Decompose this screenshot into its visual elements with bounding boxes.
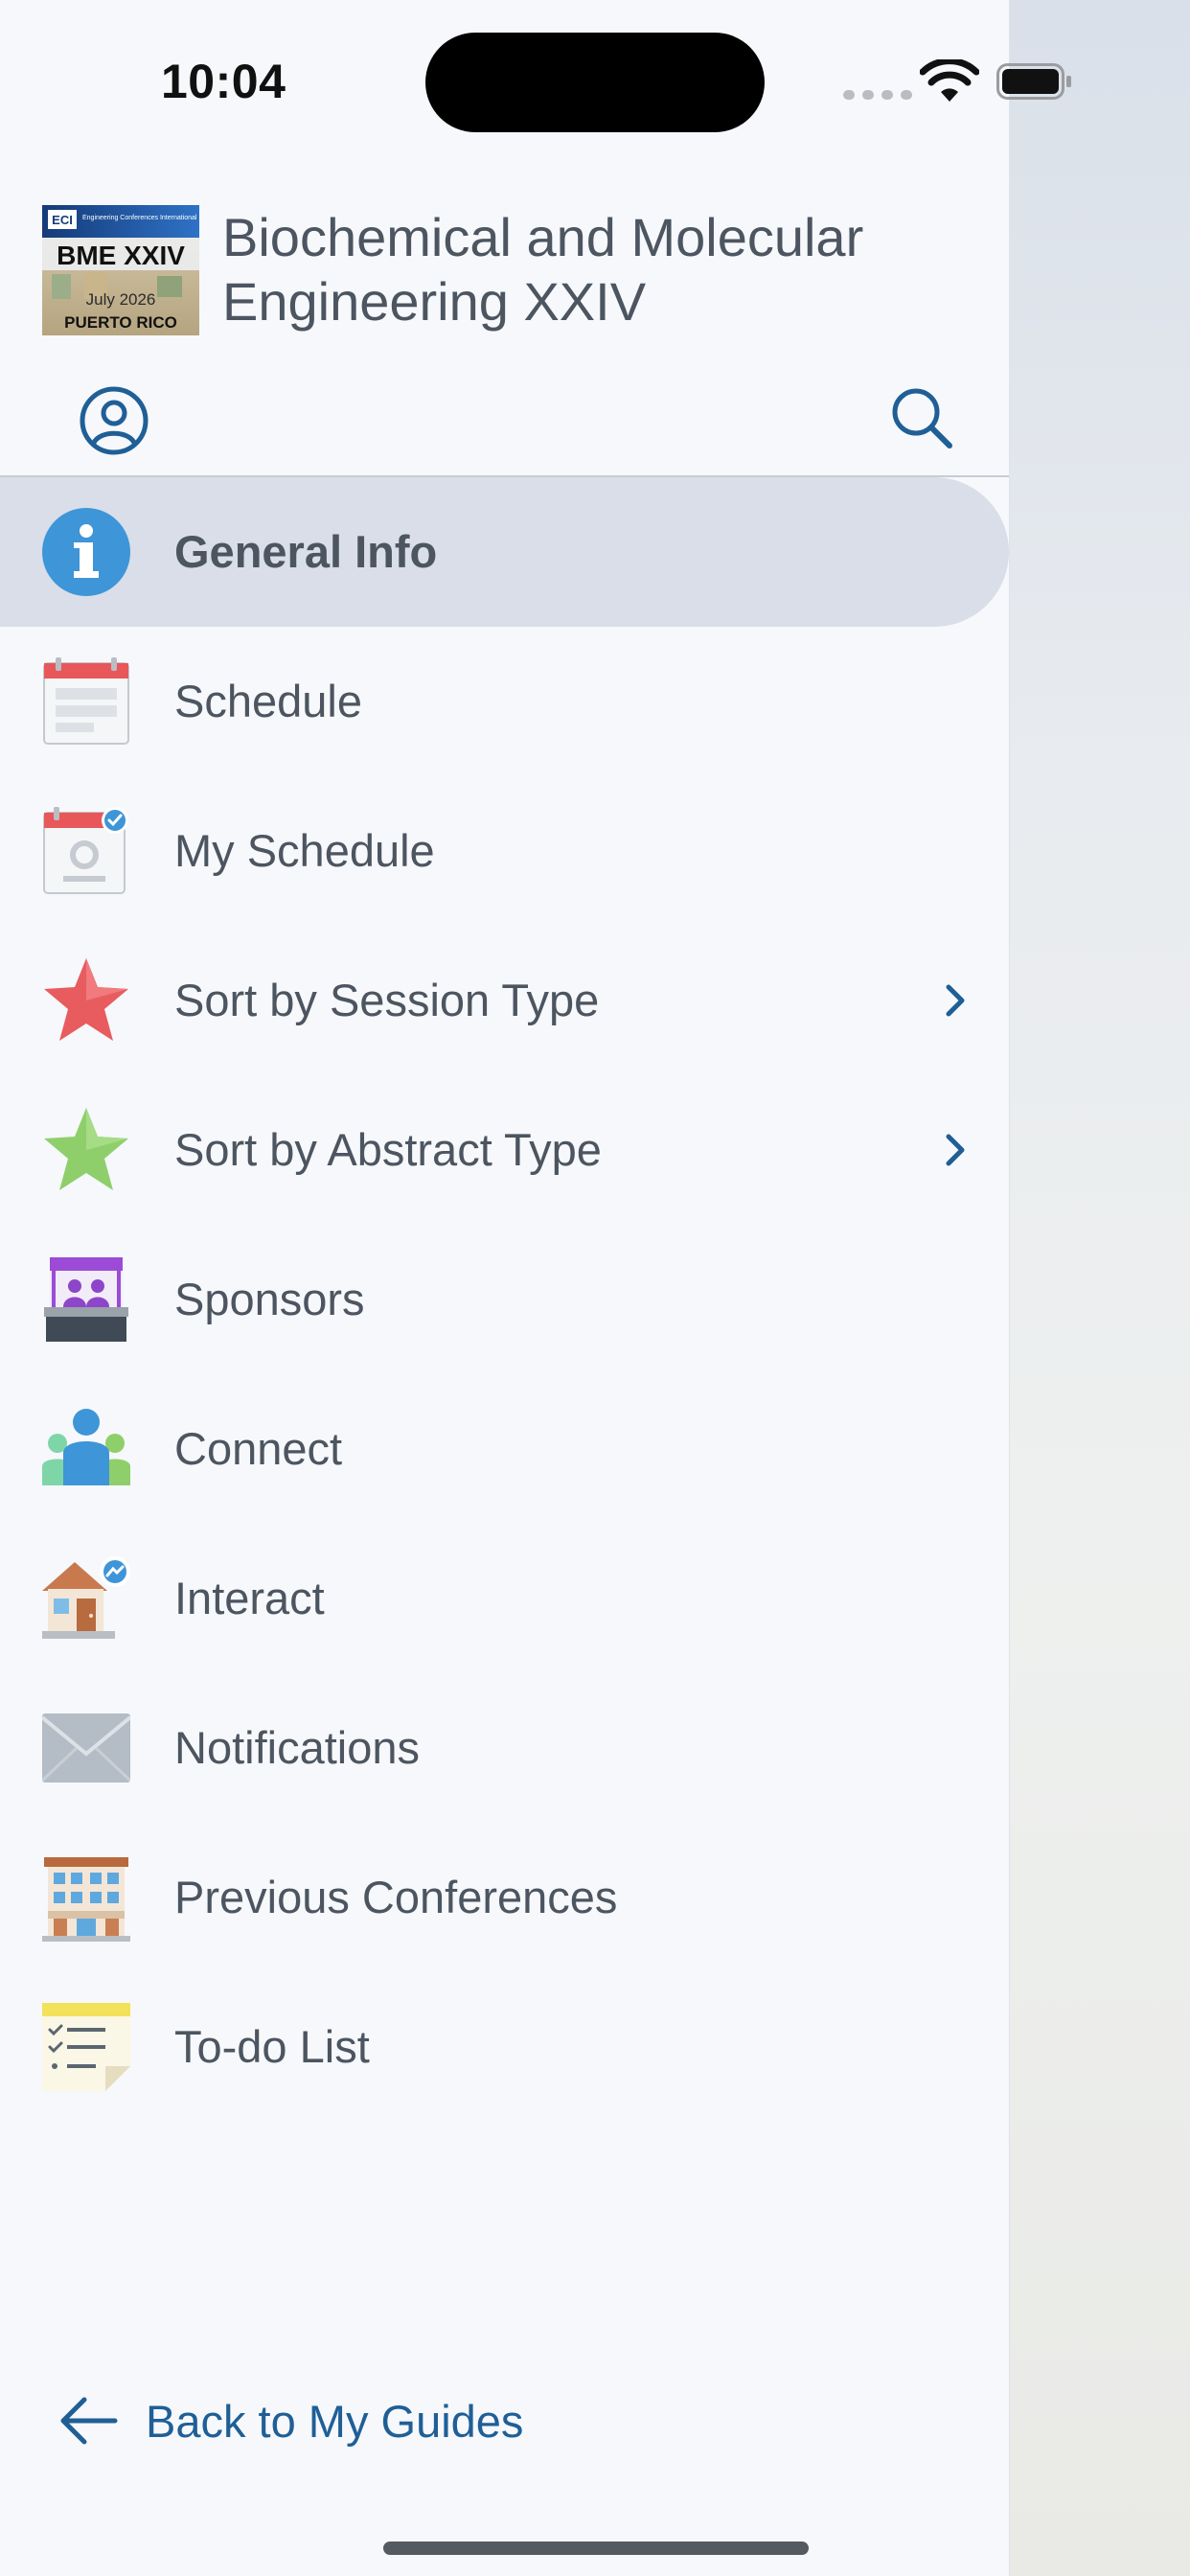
green-star-icon	[44, 1108, 128, 1190]
chevron-right-icon	[946, 1134, 965, 1166]
menu-label: Sponsors	[174, 1274, 365, 1324]
conference-title: Biochemical and Molecular Engineering XX…	[222, 207, 864, 332]
battery-icon	[996, 63, 1071, 100]
menu-label: Sort by Abstract Type	[174, 1124, 602, 1175]
logo-brand: ECI	[52, 213, 73, 227]
conference-logo: ECI Engineering Conferences Internationa…	[42, 205, 199, 335]
arrow-left-icon	[60, 2397, 118, 2445]
dynamic-island	[425, 33, 765, 132]
menu-item-interact[interactable]: Interact	[0, 1524, 1009, 1673]
checklist-icon	[42, 2003, 130, 2091]
menu-item-sponsors[interactable]: Sponsors	[0, 1225, 1009, 1374]
envelope-icon	[42, 1714, 130, 1782]
menu-label: General Info	[174, 526, 438, 577]
menu-item-connect[interactable]: Connect	[0, 1374, 1009, 1524]
menu-item-sort-by-abstract-type[interactable]: Sort by Abstract Type	[0, 1075, 1009, 1225]
calendar-icon	[43, 657, 129, 745]
menu-item-general-info[interactable]: General Info	[0, 477, 1009, 627]
menu-item-sort-by-session-type[interactable]: Sort by Session Type	[0, 926, 1009, 1075]
navigation-drawer: 10:04 ECI Engineering Conferences Intern…	[0, 0, 1071, 2576]
menu-item-notifications[interactable]: Notifications	[0, 1673, 1009, 1823]
menu-label: Previous Conferences	[174, 1872, 618, 1922]
profile-icon[interactable]	[79, 385, 149, 456]
info-icon	[42, 508, 130, 596]
red-star-icon	[44, 958, 128, 1041]
background-content	[1010, 0, 1190, 2576]
home-indicator[interactable]	[383, 2542, 809, 2555]
cellular-signal-icon	[843, 90, 912, 100]
building-icon	[42, 1857, 130, 1942]
menu-label: My Schedule	[174, 825, 435, 876]
my-calendar-icon	[43, 807, 128, 894]
menu-item-previous-conferences[interactable]: Previous Conferences	[0, 1823, 1009, 1972]
menu-label: Sort by Session Type	[174, 975, 600, 1025]
status-time: 10:04	[161, 55, 286, 108]
logo-date: July 2026	[86, 290, 156, 309]
booth-icon	[44, 1257, 128, 1342]
house-chat-icon	[42, 1556, 130, 1639]
menu-label: Connect	[174, 1423, 343, 1474]
menu-label: Notifications	[174, 1722, 420, 1773]
menu-label: To-do List	[174, 2021, 370, 2072]
back-to-my-guides-label: Back to My Guides	[146, 2396, 524, 2447]
wifi-icon	[920, 59, 979, 102]
menu-item-schedule[interactable]: Schedule	[0, 627, 1009, 776]
menu-item-to-do-list[interactable]: To-do List	[0, 1972, 1009, 2122]
chevron-right-icon	[946, 984, 965, 1017]
menu-item-my-schedule[interactable]: My Schedule	[0, 776, 1009, 926]
logo-event: BME XXIV	[57, 241, 185, 270]
menu-label: Schedule	[174, 676, 362, 726]
logo-tagline: Engineering Conferences International	[82, 215, 197, 221]
people-icon	[42, 1409, 130, 1485]
menu-label: Interact	[174, 1573, 325, 1623]
back-to-my-guides-link[interactable]: Back to My Guides	[57, 2379, 594, 2465]
logo-location: PUERTO RICO	[64, 313, 177, 332]
search-icon[interactable]	[889, 385, 954, 450]
